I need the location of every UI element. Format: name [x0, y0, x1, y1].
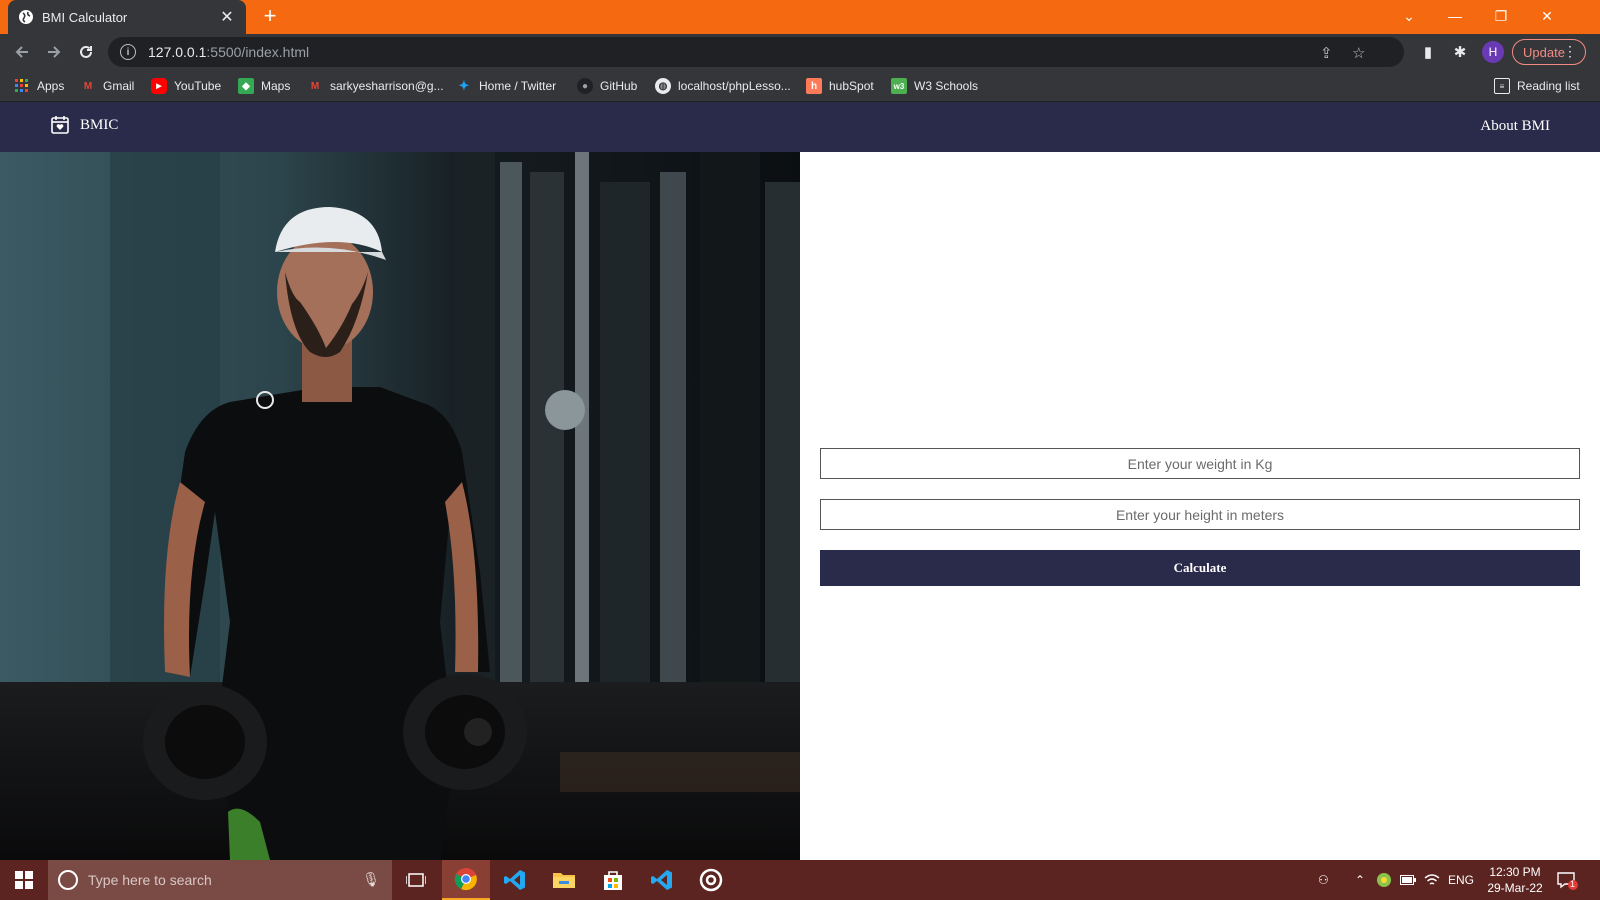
reading-list-icon: ≡ [1494, 78, 1510, 94]
vscode-icon[interactable] [638, 860, 686, 900]
bookmark-twitter[interactable]: ✦ Home / Twitter [456, 77, 557, 95]
profile-avatar[interactable]: H [1482, 41, 1504, 63]
new-tab-button[interactable]: + [258, 5, 282, 29]
bookmark-label: hubSpot [829, 79, 874, 93]
site-navbar: BMIC About BMI [0, 102, 1600, 152]
close-window-icon[interactable]: ✕ [1524, 0, 1570, 32]
update-button[interactable]: Update ⋮ [1512, 39, 1586, 65]
browser-tabstrip: BMI Calculator ✕ + ⌄ — ❐ ✕ [0, 0, 1600, 34]
tab-search-icon[interactable]: ⌄ [1386, 0, 1432, 32]
hubspot-icon: h [806, 78, 822, 94]
notification-count: 1 [1570, 879, 1576, 889]
url-path: :5500/index.html [206, 44, 310, 60]
w3schools-icon: w3 [891, 78, 907, 94]
taskbar-search[interactable]: Type here to search 🎙 [48, 860, 392, 900]
bookmark-github[interactable]: ● GitHub [577, 77, 637, 95]
clock-date: 29-Mar-22 [1487, 881, 1543, 895]
obs-icon[interactable] [687, 860, 735, 900]
globe-icon: ◍ [655, 78, 671, 94]
file-explorer-icon[interactable] [540, 860, 588, 900]
reading-list-label: Reading list [1517, 79, 1580, 93]
bookmark-hubspot[interactable]: h hubSpot [806, 77, 874, 95]
microphone-icon[interactable]: 🎙 [362, 871, 380, 888]
clock-time: 12:30 PM [1489, 865, 1541, 879]
cortana-icon [58, 870, 78, 890]
bookmark-label: Gmail [103, 79, 135, 93]
security-icon[interactable] [1376, 860, 1392, 900]
people-icon[interactable]: ⚇ [1318, 860, 1329, 900]
back-icon[interactable] [10, 40, 34, 64]
gym-athlete-photo [0, 152, 800, 860]
site-info-icon[interactable]: i [120, 44, 136, 60]
chrome-icon[interactable] [442, 860, 490, 900]
gmail-icon: M [83, 80, 93, 92]
bookmark-youtube[interactable]: ▶ YouTube [151, 77, 221, 95]
reader-icon[interactable]: ▮ [1418, 42, 1438, 62]
bookmark-label: Home / Twitter [479, 79, 557, 93]
update-label: Update [1523, 44, 1565, 60]
task-view-icon[interactable] [392, 860, 440, 900]
share-icon[interactable]: ⇪ [1320, 44, 1333, 62]
browser-toolbar: i 127.0.0.1 :5500/index.html ⇪ ☆ ▮ ✱ H U… [0, 34, 1600, 70]
forward-icon[interactable] [42, 40, 66, 64]
bookmark-label: sarkyesharrison@g... [330, 79, 444, 93]
weight-input[interactable] [820, 448, 1580, 479]
menu-dots-icon[interactable]: ⋮ [1563, 43, 1577, 60]
restore-icon[interactable]: ❐ [1478, 0, 1524, 32]
battery-icon[interactable] [1400, 860, 1416, 900]
bookmark-label: YouTube [174, 79, 222, 93]
bookmark-label: W3 Schools [914, 79, 979, 93]
maps-icon: ◆ [238, 78, 254, 94]
bookmark-gmail-account[interactable]: M sarkyesharrison@g... [307, 77, 444, 95]
close-tab-icon[interactable]: ✕ [218, 8, 236, 26]
reload-icon[interactable] [74, 40, 98, 64]
height-input[interactable] [820, 499, 1580, 530]
microsoft-store-icon[interactable] [589, 860, 637, 900]
bmi-page: BMIC About BMI Enter your weight in Kg E… [0, 102, 1600, 860]
globe-icon [18, 9, 34, 25]
chevron-up-icon[interactable]: ⌃ [1355, 860, 1365, 900]
system-clock[interactable]: 12:30 PM 29-Mar-22 [1480, 864, 1550, 896]
tab-title: BMI Calculator [42, 9, 128, 25]
address-bar[interactable]: i 127.0.0.1 :5500/index.html ⇪ ☆ [108, 37, 1404, 67]
extensions-icon[interactable]: ✱ [1450, 42, 1470, 62]
youtube-icon: ▶ [151, 78, 167, 94]
windows-start-icon[interactable] [0, 860, 48, 900]
bookmark-label: Apps [37, 79, 65, 93]
bookmark-label: GitHub [600, 79, 638, 93]
bookmark-star-icon[interactable]: ☆ [1352, 44, 1365, 62]
bookmark-maps[interactable]: ◆ Maps [238, 77, 290, 95]
taskbar-search-placeholder: Type here to search [88, 872, 212, 888]
bmi-form: Calculate [820, 448, 1580, 586]
twitter-icon: ✦ [458, 78, 470, 93]
bookmark-w3schools[interactable]: w3 W3 Schools [891, 77, 978, 95]
bookmark-apps[interactable]: Apps [14, 77, 64, 95]
wifi-icon[interactable] [1424, 860, 1440, 900]
bookmarks-bar: Apps M Gmail ▶ YouTube ◆ Maps M sarkyesh… [0, 70, 1600, 102]
bookmark-label: Maps [261, 79, 291, 93]
gmail-icon: M [310, 80, 320, 92]
github-icon: ● [577, 78, 593, 94]
bookmark-label: localhost/phpLesso... [678, 79, 791, 93]
vscode-icon[interactable] [491, 860, 539, 900]
minimize-icon[interactable]: — [1432, 0, 1478, 32]
calculate-button[interactable]: Calculate [820, 550, 1580, 586]
reading-list-button[interactable]: ≡ Reading list [1494, 77, 1580, 95]
brand-name: BMIC [80, 116, 119, 133]
brand-link[interactable]: BMIC [50, 115, 118, 135]
bookmark-gmail[interactable]: M Gmail [80, 77, 135, 95]
language-indicator[interactable]: ENG [1448, 860, 1474, 900]
tab-bmi-calculator[interactable]: BMI Calculator ✕ [8, 0, 246, 34]
about-bmi-link[interactable]: About BMI [1480, 118, 1550, 135]
windows-taskbar: Type here to search 🎙 ⚇ ⌃ ENG 12:30 PM 2… [0, 860, 1600, 900]
bookmark-localhost[interactable]: ◍ localhost/phpLesso... [655, 77, 791, 95]
calendar-heart-icon [50, 115, 70, 135]
apps-grid-icon [14, 78, 30, 94]
url-host: 127.0.0.1 [148, 44, 207, 60]
notifications-icon[interactable]: 1 [1556, 860, 1578, 900]
